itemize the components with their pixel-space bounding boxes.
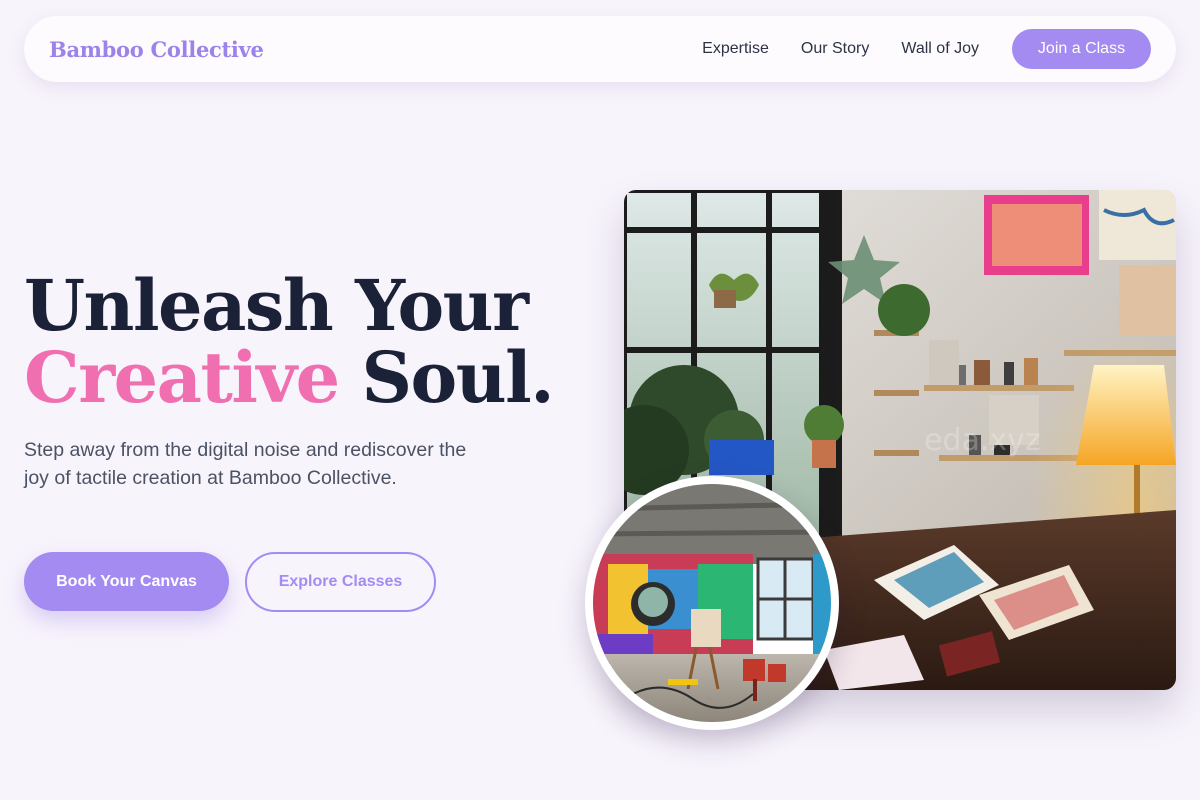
nav-link-expertise[interactable]: Expertise	[702, 40, 769, 58]
hero-subtitle: Step away from the digital noise and red…	[24, 439, 467, 489]
brand-logo[interactable]: Bamboo Collective	[49, 37, 264, 62]
hero-title-line1: Unleash Your	[24, 264, 529, 347]
graffiti-studio-photo	[585, 476, 839, 730]
nav-link-wall-of-joy[interactable]: Wall of Joy	[901, 40, 979, 58]
hero-title: Unleash Your Creative Soul.	[24, 270, 555, 414]
graffiti-illustration	[593, 484, 831, 722]
nav-links: Expertise Our Story Wall of Joy Join a C…	[670, 29, 1151, 69]
book-canvas-button[interactable]: Book Your Canvas	[24, 552, 229, 611]
svg-text:eda.xyz: eda.xyz	[924, 423, 1041, 458]
explore-classes-button[interactable]: Explore Classes	[245, 552, 436, 612]
hero-title-accent: Creative	[24, 336, 340, 419]
hero-title-line2: Soul.	[338, 336, 554, 419]
navbar: Bamboo Collective Expertise Our Story Wa…	[24, 16, 1176, 82]
join-class-button[interactable]: Join a Class	[1012, 29, 1151, 69]
nav-link-our-story[interactable]: Our Story	[801, 40, 869, 58]
